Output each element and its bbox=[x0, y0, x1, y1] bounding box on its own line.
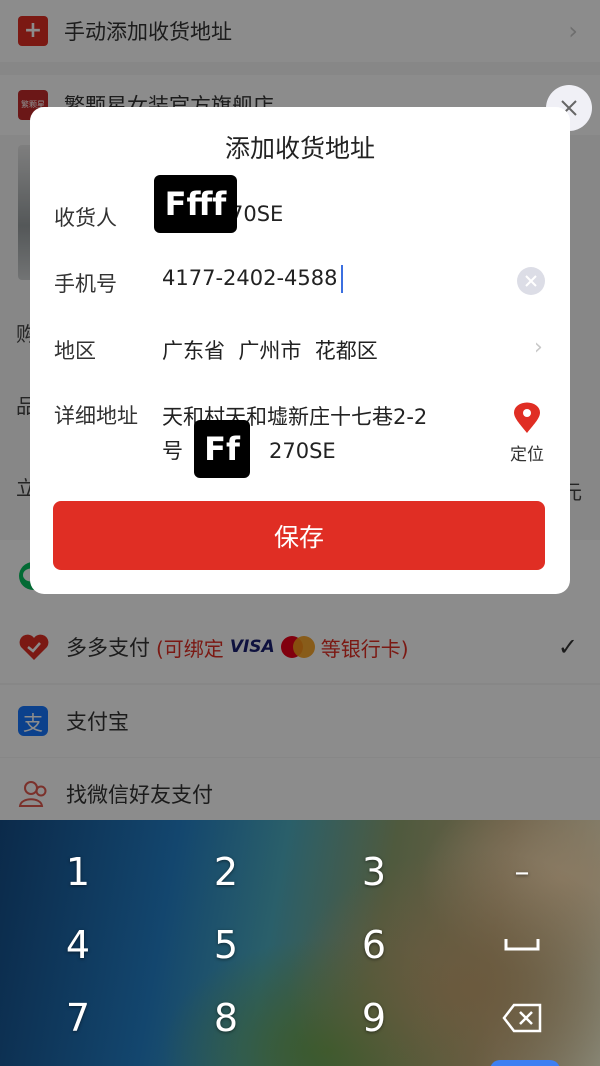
locate-button[interactable]: 定位 bbox=[502, 402, 552, 465]
location-pin-icon bbox=[514, 402, 540, 433]
key-9[interactable]: 9 bbox=[314, 988, 434, 1048]
space-key[interactable] bbox=[462, 915, 582, 975]
recipient-label: 收货人 bbox=[54, 206, 117, 230]
key-6[interactable]: 6 bbox=[314, 915, 434, 975]
address-label: 详细地址 bbox=[54, 404, 138, 428]
space-icon bbox=[504, 939, 540, 951]
region-selector[interactable]: 广东省 广州市 花都区 bbox=[162, 335, 378, 365]
dialog-title: 添加收货地址 bbox=[224, 134, 375, 163]
numeric-keyboard: 1 2 3 – 4 5 6 7 8 9 bbox=[0, 820, 600, 1066]
locate-label: 定位 bbox=[510, 445, 544, 465]
key-1[interactable]: 1 bbox=[18, 842, 138, 902]
clear-button[interactable] bbox=[517, 267, 545, 295]
key-8[interactable]: 8 bbox=[166, 988, 286, 1048]
key-3[interactable]: 3 bbox=[314, 842, 434, 902]
backspace-key[interactable] bbox=[462, 988, 582, 1048]
address-line-2-prefix: 号 bbox=[162, 439, 183, 463]
add-address-dialog: 添加收货地址 收货人 70SE Ffff 手机号 4177-2402-4588 … bbox=[30, 107, 570, 594]
phone-value: 4177-2402-4588 bbox=[162, 266, 338, 290]
clear-icon bbox=[525, 275, 537, 287]
confirm-key[interactable] bbox=[490, 1060, 560, 1066]
key-5[interactable]: 5 bbox=[166, 915, 286, 975]
redaction-box: Ffff bbox=[154, 175, 237, 233]
backspace-icon bbox=[502, 1003, 542, 1033]
key-2[interactable]: 2 bbox=[166, 842, 286, 902]
key-4[interactable]: 4 bbox=[18, 915, 138, 975]
redaction-box: Ff bbox=[194, 420, 250, 478]
phone-label: 手机号 bbox=[54, 272, 117, 296]
key-dash[interactable]: – bbox=[462, 842, 582, 902]
address-line-2-suffix: 270SE bbox=[269, 439, 336, 463]
recipient-input[interactable]: 70SE bbox=[230, 202, 283, 226]
region-label: 地区 bbox=[54, 339, 96, 363]
text-caret bbox=[340, 265, 343, 293]
phone-input[interactable]: 4177-2402-4588 bbox=[162, 265, 343, 293]
key-7[interactable]: 7 bbox=[18, 988, 138, 1048]
save-button[interactable]: 保存 bbox=[53, 501, 545, 570]
chevron-right-icon[interactable]: › bbox=[534, 335, 543, 360]
